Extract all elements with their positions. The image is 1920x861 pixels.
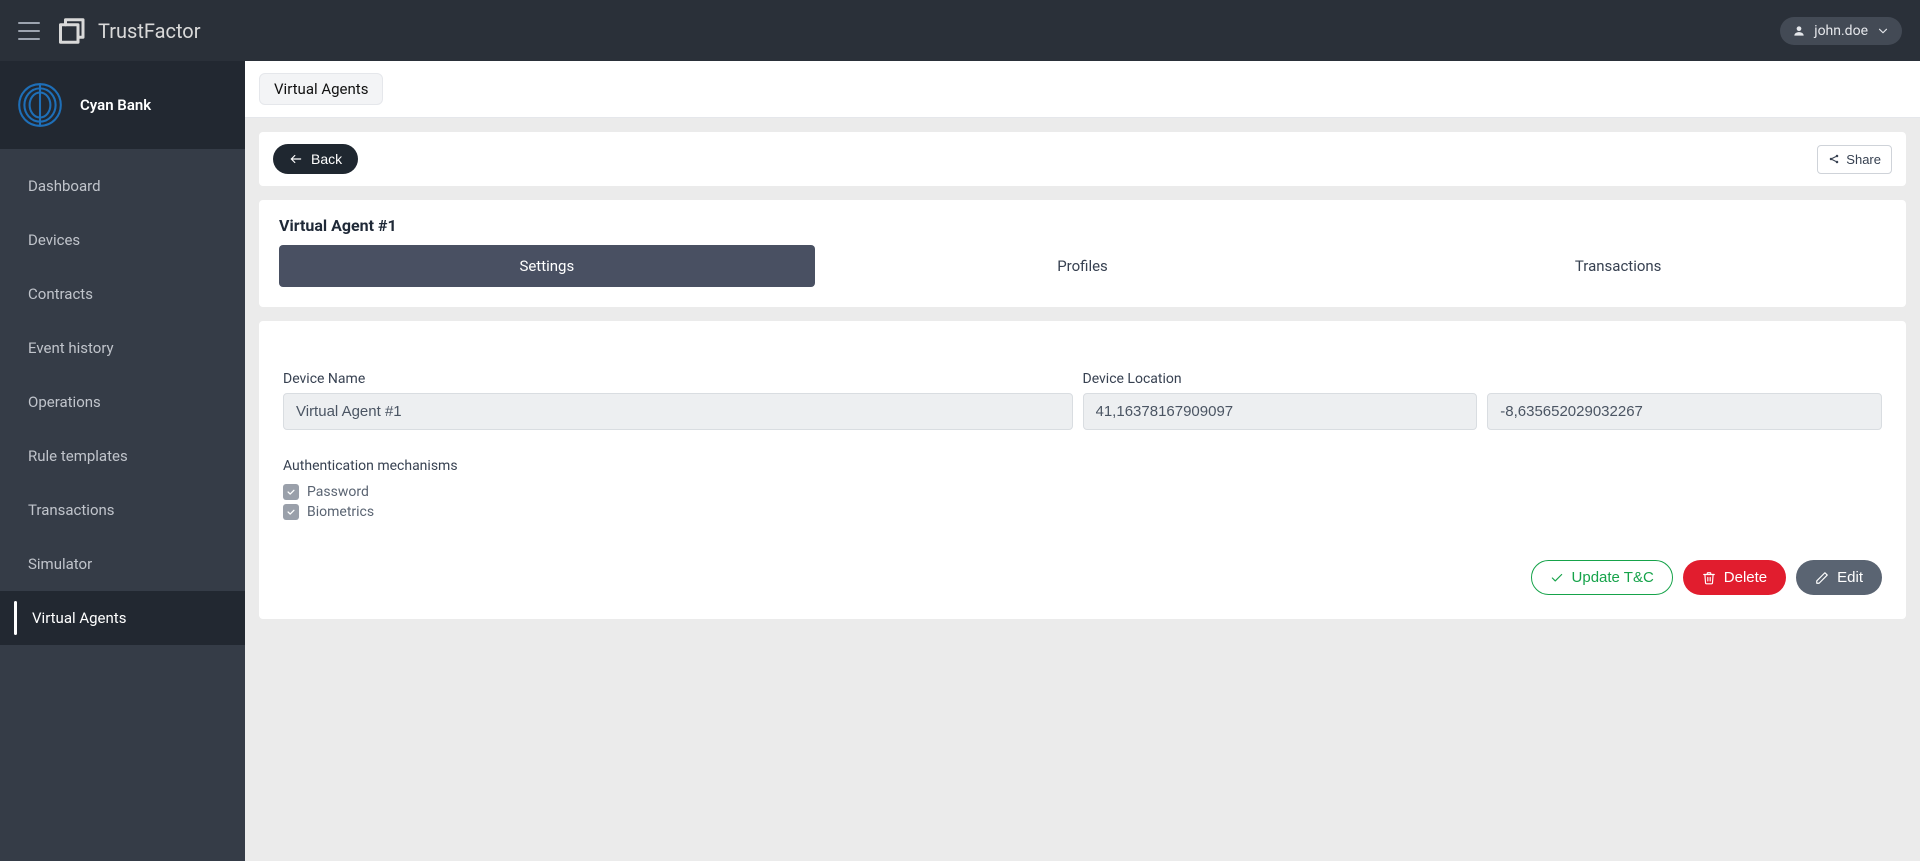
back-button[interactable]: Back [273,144,358,174]
tab-settings[interactable]: Settings [279,245,815,287]
auth-option-biometrics[interactable]: Biometrics [283,504,1882,520]
tab-transactions[interactable]: Transactions [1350,245,1886,287]
device-name-field[interactable] [283,393,1073,430]
sidebar-item-virtual-agents[interactable]: Virtual Agents [0,591,245,645]
edit-label: Edit [1837,569,1863,586]
main-content: Virtual Agents Back [245,61,1920,861]
check-icon [1550,571,1564,585]
delete-button[interactable]: Delete [1683,560,1786,595]
app-header: TrustFactor john.doe [0,0,1920,61]
device-location-label: Device Location [1083,371,1478,387]
device-name-label: Device Name [283,371,1073,387]
settings-form-panel: Device Name Device Location [259,321,1906,619]
sidebar-item-simulator[interactable]: Simulator [0,537,245,591]
user-icon [1792,24,1806,38]
auth-option-label: Biometrics [307,504,374,520]
sidebar-item-dashboard[interactable]: Dashboard [0,159,245,213]
user-name: john.doe [1814,23,1868,39]
toolbar-panel: Back Share [259,132,1906,186]
brand-name: TrustFactor [98,19,200,43]
delete-label: Delete [1724,569,1767,586]
sidebar: Cyan Bank DashboardDevicesContractsEvent… [0,61,245,861]
device-location-lon-label-spacer [1487,371,1882,387]
device-location-lat-field[interactable] [1083,393,1478,430]
org-block[interactable]: Cyan Bank [0,61,245,149]
back-label: Back [311,151,342,167]
auth-mechanisms-label: Authentication mechanisms [283,458,1882,474]
breadcrumb-bar: Virtual Agents [245,61,1920,118]
chevron-down-icon [1876,24,1890,38]
auth-mechanisms-section: Authentication mechanisms Password Biomet… [283,458,1882,520]
arrow-left-icon [289,152,303,166]
sidebar-item-devices[interactable]: Devices [0,213,245,267]
tab-bar: SettingsProfilesTransactions [259,245,1906,307]
title-panel: Virtual Agent #1 SettingsProfilesTransac… [259,200,1906,307]
sidebar-item-contracts[interactable]: Contracts [0,267,245,321]
brand-logo-icon [58,16,88,46]
device-location-lon-field[interactable] [1487,393,1882,430]
sidebar-item-transactions[interactable]: Transactions [0,483,245,537]
sidebar-item-event-history[interactable]: Event history [0,321,245,375]
tab-profiles[interactable]: Profiles [815,245,1351,287]
hamburger-menu-icon[interactable] [18,22,40,40]
org-logo-icon [14,79,66,131]
sidebar-item-operations[interactable]: Operations [0,375,245,429]
share-icon [1828,153,1840,165]
sidebar-nav: DashboardDevicesContractsEvent historyOp… [0,149,245,645]
brand: TrustFactor [58,16,200,46]
breadcrumb-current[interactable]: Virtual Agents [259,73,383,105]
share-button[interactable]: Share [1817,145,1892,174]
pencil-icon [1815,571,1829,585]
update-tc-label: Update T&C [1572,569,1654,586]
trash-icon [1702,571,1716,585]
form-actions: Update T&C Delete Edit [283,560,1882,595]
update-tc-button[interactable]: Update T&C [1531,560,1673,595]
checkbox-icon [283,484,299,500]
page-title: Virtual Agent #1 [259,200,1906,245]
auth-option-label: Password [307,484,369,500]
share-label: Share [1846,152,1881,167]
sidebar-item-rule-templates[interactable]: Rule templates [0,429,245,483]
checkbox-icon [283,504,299,520]
org-name: Cyan Bank [80,96,151,114]
user-menu[interactable]: john.doe [1780,17,1902,45]
auth-option-password[interactable]: Password [283,484,1882,500]
edit-button[interactable]: Edit [1796,560,1882,595]
